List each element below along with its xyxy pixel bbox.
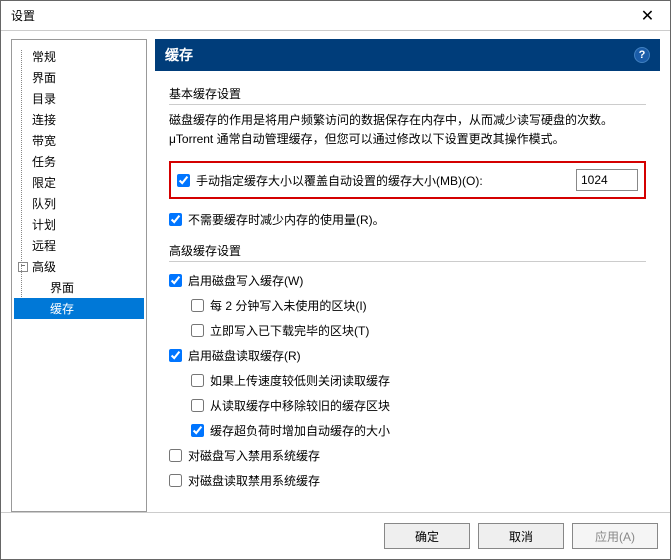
label-reduce-mem[interactable]: 不需要缓存时减少内存的使用量(R)。 xyxy=(188,211,646,228)
tree-item-connection[interactable]: 连接 xyxy=(14,109,144,130)
tree-item-adv-ui[interactable]: 界面 xyxy=(14,277,144,298)
tree-item-queue[interactable]: 队列 xyxy=(14,193,144,214)
label-read-enable[interactable]: 启用磁盘读取缓存(R) xyxy=(188,347,646,364)
row-read-slow: 如果上传速度较低则关闭读取缓存 xyxy=(169,368,646,393)
checkbox-read-enable[interactable] xyxy=(169,349,182,362)
checkbox-reduce-mem[interactable] xyxy=(169,213,182,226)
label-manual-cache[interactable]: 手动指定缓存大小以覆盖自动设置的缓存大小(MB)(O): xyxy=(196,172,576,189)
label-write-unused[interactable]: 每 2 分钟写入未使用的区块(I) xyxy=(210,297,646,314)
tree-item-bandwidth[interactable]: 带宽 xyxy=(14,130,144,151)
checkbox-write-unused[interactable] xyxy=(191,299,204,312)
window-title: 设置 xyxy=(11,7,35,24)
row-reduce-mem: 不需要缓存时减少内存的使用量(R)。 xyxy=(169,207,646,232)
footer: 确定 取消 应用(A) xyxy=(1,512,670,559)
basic-description: 磁盘缓存的作用是将用户频繁访问的数据保存在内存中，从而减少读写硬盘的次数。μTo… xyxy=(169,111,646,149)
close-icon[interactable]: ✕ xyxy=(625,1,670,31)
label-sys-read[interactable]: 对磁盘读取禁用系统缓存 xyxy=(188,472,646,489)
cancel-button[interactable]: 取消 xyxy=(478,523,564,549)
tree-item-directory[interactable]: 目录 xyxy=(14,88,144,109)
settings-window: 设置 ✕ 常规 界面 目录 连接 带宽 任务 限定 队列 计划 远程 高级 界面… xyxy=(0,0,671,560)
tree-item-remote[interactable]: 远程 xyxy=(14,235,144,256)
tree-item-schedule[interactable]: 计划 xyxy=(14,214,144,235)
apply-button[interactable]: 应用(A) xyxy=(572,523,658,549)
panel-title: 缓存 xyxy=(165,45,193,65)
checkbox-manual-cache[interactable] xyxy=(177,174,190,187)
row-read-old: 从读取缓存中移除较旧的缓存区块 xyxy=(169,393,646,418)
tree-item-adv-cache[interactable]: 缓存 xyxy=(14,298,144,319)
tree-item-tasks[interactable]: 任务 xyxy=(14,151,144,172)
checkbox-sys-write[interactable] xyxy=(169,449,182,462)
label-sys-write[interactable]: 对磁盘写入禁用系统缓存 xyxy=(188,447,646,464)
checkbox-read-thrash[interactable] xyxy=(191,424,204,437)
row-sys-write: 对磁盘写入禁用系统缓存 xyxy=(169,443,646,468)
label-write-finished[interactable]: 立即写入已下载完毕的区块(T) xyxy=(210,322,646,339)
panel-body: 基本缓存设置 磁盘缓存的作用是将用户频繁访问的数据保存在内存中，从而减少读写硬盘… xyxy=(155,71,660,512)
window-body: 常规 界面 目录 连接 带宽 任务 限定 队列 计划 远程 高级 界面 缓存 缓… xyxy=(1,31,670,512)
label-read-thrash[interactable]: 缓存超负荷时增加自动缓存的大小 xyxy=(210,422,646,439)
row-manual-cache: 手动指定缓存大小以覆盖自动设置的缓存大小(MB)(O): xyxy=(169,161,646,199)
checkbox-read-old[interactable] xyxy=(191,399,204,412)
separator xyxy=(169,104,646,105)
group-adv-title: 高级缓存设置 xyxy=(169,242,646,259)
row-sys-read: 对磁盘读取禁用系统缓存 xyxy=(169,468,646,493)
help-icon[interactable]: ? xyxy=(634,47,650,63)
checkbox-write-enable[interactable] xyxy=(169,274,182,287)
row-write-unused: 每 2 分钟写入未使用的区块(I) xyxy=(169,293,646,318)
content-panel: 缓存 ? 基本缓存设置 磁盘缓存的作用是将用户频繁访问的数据保存在内存中，从而减… xyxy=(155,39,660,512)
checkbox-write-finished[interactable] xyxy=(191,324,204,337)
checkbox-read-slow[interactable] xyxy=(191,374,204,387)
tree-item-ui[interactable]: 界面 xyxy=(14,67,144,88)
nav-tree[interactable]: 常规 界面 目录 连接 带宽 任务 限定 队列 计划 远程 高级 界面 缓存 xyxy=(11,39,147,512)
label-read-old[interactable]: 从读取缓存中移除较旧的缓存区块 xyxy=(210,397,646,414)
tree-item-limits[interactable]: 限定 xyxy=(14,172,144,193)
input-cache-size[interactable] xyxy=(576,169,638,191)
row-read-thrash: 缓存超负荷时增加自动缓存的大小 xyxy=(169,418,646,443)
separator xyxy=(169,261,646,262)
label-write-enable[interactable]: 启用磁盘写入缓存(W) xyxy=(188,272,646,289)
row-write-finished: 立即写入已下载完毕的区块(T) xyxy=(169,318,646,343)
panel-header: 缓存 ? xyxy=(155,39,660,71)
group-basic: 基本缓存设置 磁盘缓存的作用是将用户频繁访问的数据保存在内存中，从而减少读写硬盘… xyxy=(169,85,646,232)
label-read-slow[interactable]: 如果上传速度较低则关闭读取缓存 xyxy=(210,372,646,389)
tree-item-general[interactable]: 常规 xyxy=(14,46,144,67)
row-write-enable: 启用磁盘写入缓存(W) xyxy=(169,268,646,293)
group-basic-title: 基本缓存设置 xyxy=(169,85,646,102)
checkbox-sys-read[interactable] xyxy=(169,474,182,487)
titlebar: 设置 ✕ xyxy=(1,1,670,31)
row-read-enable: 启用磁盘读取缓存(R) xyxy=(169,343,646,368)
group-advanced: 高级缓存设置 启用磁盘写入缓存(W) 每 2 分钟写入未使用的区块(I) 立即写… xyxy=(169,242,646,493)
ok-button[interactable]: 确定 xyxy=(384,523,470,549)
tree-item-advanced[interactable]: 高级 xyxy=(14,256,144,277)
